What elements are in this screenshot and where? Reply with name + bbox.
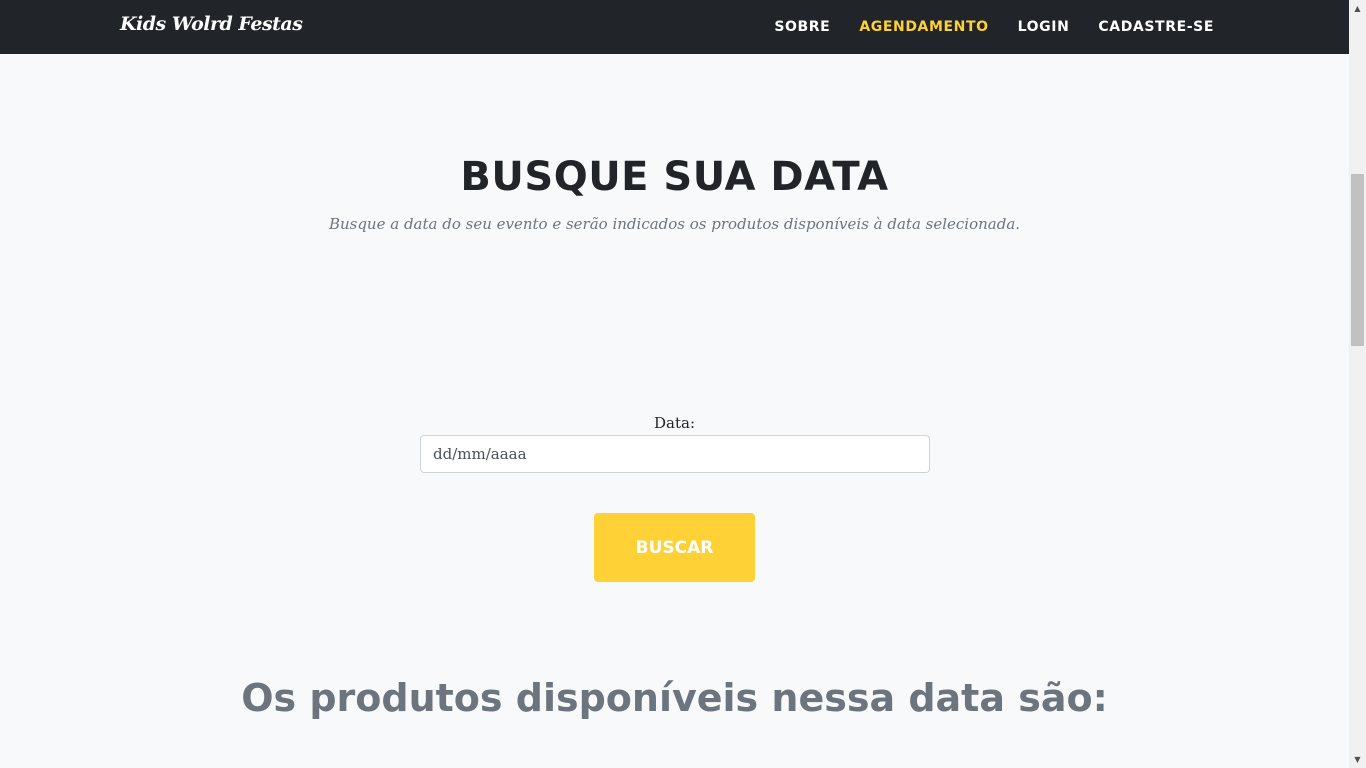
- nav-item-login[interactable]: LOGIN: [1018, 19, 1070, 35]
- triangle-up-icon[interactable]: ▲: [1349, 0, 1366, 17]
- nav-item-cadastre-se[interactable]: CADASTRE-SE: [1098, 19, 1214, 35]
- nav-item-agendamento[interactable]: AGENDAMENTO: [859, 19, 988, 35]
- navbar: Kids Wolrd Festas SOBRE AGENDAMENTO LOGI…: [0, 0, 1349, 54]
- scrollbar-thumb[interactable]: [1351, 174, 1364, 346]
- triangle-down-icon[interactable]: ▼: [1349, 751, 1366, 768]
- search-button[interactable]: BUSCAR: [594, 513, 755, 582]
- date-input[interactable]: [420, 435, 930, 473]
- nav-menu: SOBRE AGENDAMENTO LOGIN CADASTRE-SE: [745, 0, 1214, 54]
- page-subtitle: Busque a data do seu evento e serão indi…: [328, 215, 1021, 233]
- products-heading: Os produtos disponíveis nessa data são:: [241, 676, 1108, 720]
- vertical-scrollbar[interactable]: ▲ ▼: [1349, 0, 1366, 768]
- date-label: Data:: [654, 414, 695, 432]
- page-title: BUSQUE SUA DATA: [460, 154, 889, 200]
- brand-logo[interactable]: Kids Wolrd Festas: [120, 13, 303, 35]
- nav-item-sobre[interactable]: SOBRE: [774, 19, 830, 35]
